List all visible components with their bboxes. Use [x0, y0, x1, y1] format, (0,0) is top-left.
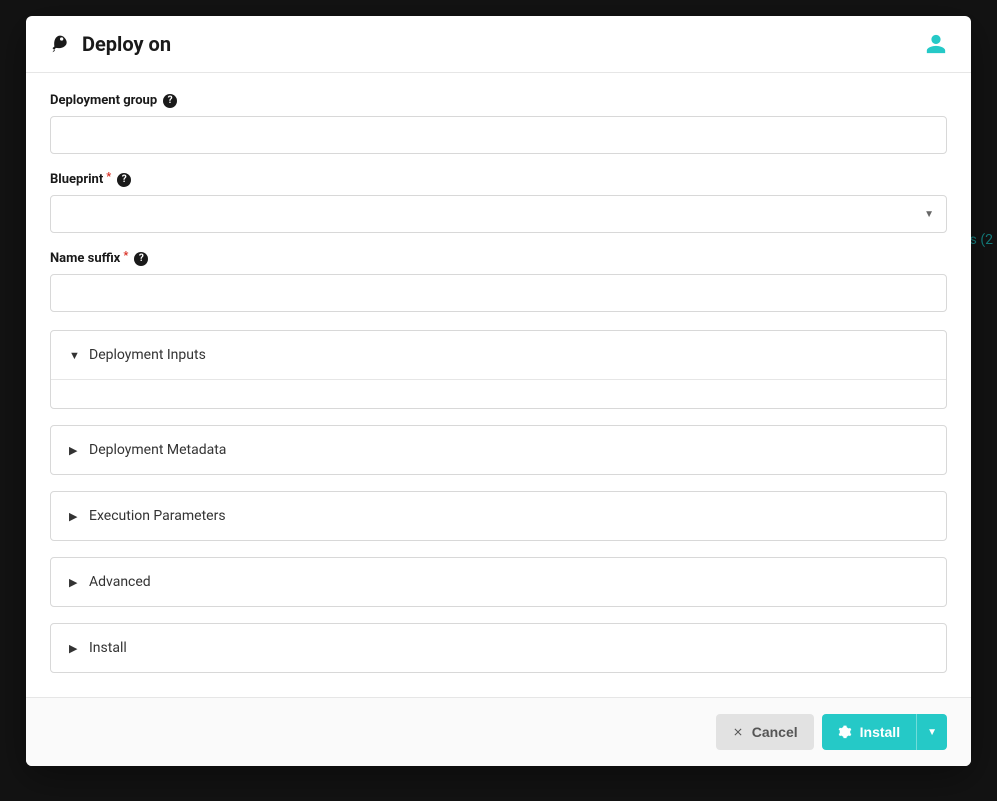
execution-parameters-section: ▶ Execution Parameters — [50, 491, 947, 541]
advanced-section: ▶ Advanced — [50, 557, 947, 607]
modal-header-left: Deploy on — [50, 32, 171, 56]
modal-header: Deploy on — [26, 16, 971, 73]
modal-body: Deployment group ? Blueprint * ? ▼ Name … — [26, 73, 971, 697]
section-title: Advanced — [89, 574, 151, 590]
label-text: Name suffix — [50, 251, 120, 266]
section-title: Deployment Inputs — [89, 347, 206, 363]
caret-right-icon: ▶ — [69, 510, 79, 523]
blueprint-field: Blueprint * ? ▼ — [50, 172, 947, 233]
rocket-icon — [50, 34, 70, 54]
deployment-metadata-header[interactable]: ▶ Deployment Metadata — [51, 426, 946, 474]
deployment-group-input[interactable] — [50, 116, 947, 154]
deploy-modal: Deploy on Deployment group ? Blueprint *… — [26, 16, 971, 766]
section-title: Deployment Metadata — [89, 442, 226, 458]
required-mark: * — [106, 170, 111, 183]
section-title: Install — [89, 640, 127, 656]
user-icon[interactable] — [925, 33, 947, 55]
label-text: Deployment group — [50, 93, 157, 108]
button-label: Install — [860, 724, 900, 740]
help-icon[interactable]: ? — [134, 252, 148, 266]
section-title: Execution Parameters — [89, 508, 226, 524]
advanced-header[interactable]: ▶ Advanced — [51, 558, 946, 606]
deployment-inputs-section: ▼ Deployment Inputs — [50, 330, 947, 409]
button-label: Cancel — [752, 724, 798, 740]
name-suffix-field: Name suffix * ? — [50, 251, 947, 312]
deployment-metadata-section: ▶ Deployment Metadata — [50, 425, 947, 475]
blueprint-select[interactable]: ▼ — [50, 195, 947, 233]
chevron-down-icon: ▼ — [927, 727, 937, 738]
deployment-group-label: Deployment group ? — [50, 93, 947, 108]
required-mark: * — [123, 249, 128, 262]
install-dropdown-button[interactable]: ▼ — [916, 714, 947, 750]
install-button[interactable]: Install — [822, 714, 916, 750]
caret-right-icon: ▶ — [69, 642, 79, 655]
deployment-group-field: Deployment group ? — [50, 93, 947, 154]
blueprint-label: Blueprint * ? — [50, 172, 947, 187]
install-button-group: Install ▼ — [822, 714, 947, 750]
caret-down-icon: ▼ — [69, 349, 79, 362]
close-icon — [732, 726, 744, 738]
name-suffix-input[interactable] — [50, 274, 947, 312]
caret-right-icon: ▶ — [69, 576, 79, 589]
install-section: ▶ Install — [50, 623, 947, 673]
caret-right-icon: ▶ — [69, 444, 79, 457]
cancel-button[interactable]: Cancel — [716, 714, 814, 750]
help-icon[interactable]: ? — [117, 173, 131, 187]
modal-title: Deploy on — [82, 32, 171, 56]
execution-parameters-header[interactable]: ▶ Execution Parameters — [51, 492, 946, 540]
modal-footer: Cancel Install ▼ — [26, 697, 971, 766]
name-suffix-label: Name suffix * ? — [50, 251, 947, 266]
deployment-inputs-header[interactable]: ▼ Deployment Inputs — [51, 331, 946, 379]
cogs-icon — [838, 725, 852, 739]
label-text: Blueprint — [50, 172, 103, 187]
deployment-inputs-body — [51, 379, 946, 408]
install-header[interactable]: ▶ Install — [51, 624, 946, 672]
help-icon[interactable]: ? — [163, 94, 177, 108]
chevron-down-icon: ▼ — [924, 209, 934, 220]
